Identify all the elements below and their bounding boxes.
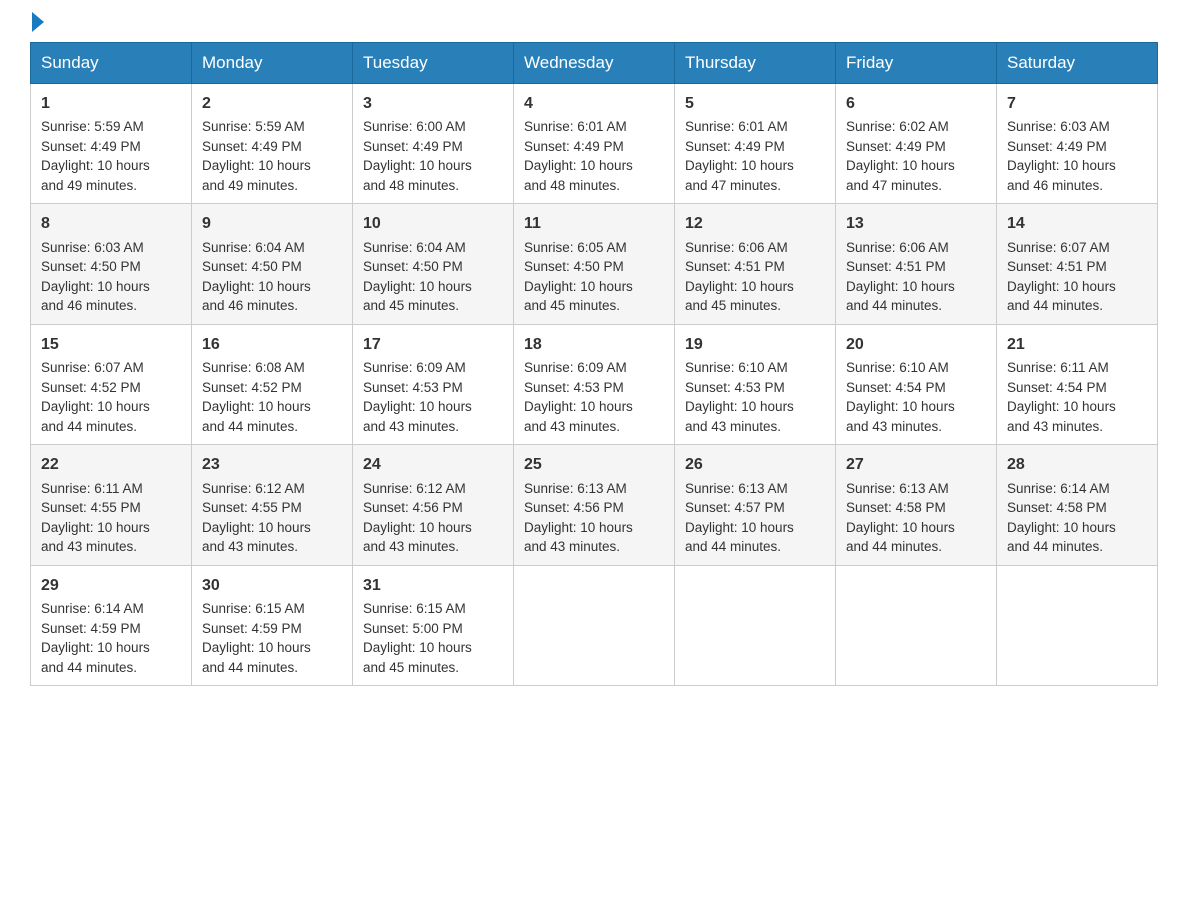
day-number: 23	[202, 453, 342, 476]
header-saturday: Saturday	[997, 43, 1158, 84]
week-row-1: 1Sunrise: 5:59 AMSunset: 4:49 PMDaylight…	[31, 84, 1158, 204]
header-tuesday: Tuesday	[353, 43, 514, 84]
calendar-cell: 3Sunrise: 6:00 AMSunset: 4:49 PMDaylight…	[353, 84, 514, 204]
day-number: 18	[524, 333, 664, 356]
header-sunday: Sunday	[31, 43, 192, 84]
calendar-cell	[514, 565, 675, 685]
calendar-cell	[997, 565, 1158, 685]
logo-triangle-icon	[32, 12, 44, 32]
calendar-cell: 15Sunrise: 6:07 AMSunset: 4:52 PMDayligh…	[31, 324, 192, 444]
header-friday: Friday	[836, 43, 997, 84]
day-number: 19	[685, 333, 825, 356]
calendar-cell: 30Sunrise: 6:15 AMSunset: 4:59 PMDayligh…	[192, 565, 353, 685]
calendar-cell: 18Sunrise: 6:09 AMSunset: 4:53 PMDayligh…	[514, 324, 675, 444]
calendar-table: SundayMondayTuesdayWednesdayThursdayFrid…	[30, 42, 1158, 686]
calendar-cell: 2Sunrise: 5:59 AMSunset: 4:49 PMDaylight…	[192, 84, 353, 204]
header-monday: Monday	[192, 43, 353, 84]
day-number: 21	[1007, 333, 1147, 356]
day-number: 2	[202, 92, 342, 115]
calendar-cell: 11Sunrise: 6:05 AMSunset: 4:50 PMDayligh…	[514, 204, 675, 324]
calendar-cell: 26Sunrise: 6:13 AMSunset: 4:57 PMDayligh…	[675, 445, 836, 565]
day-number: 14	[1007, 212, 1147, 235]
calendar-cell: 1Sunrise: 5:59 AMSunset: 4:49 PMDaylight…	[31, 84, 192, 204]
day-number: 29	[41, 574, 181, 597]
calendar-cell: 22Sunrise: 6:11 AMSunset: 4:55 PMDayligh…	[31, 445, 192, 565]
day-number: 9	[202, 212, 342, 235]
day-number: 22	[41, 453, 181, 476]
calendar-cell: 16Sunrise: 6:08 AMSunset: 4:52 PMDayligh…	[192, 324, 353, 444]
calendar-cell: 5Sunrise: 6:01 AMSunset: 4:49 PMDaylight…	[675, 84, 836, 204]
week-row-3: 15Sunrise: 6:07 AMSunset: 4:52 PMDayligh…	[31, 324, 1158, 444]
day-number: 31	[363, 574, 503, 597]
day-number: 7	[1007, 92, 1147, 115]
calendar-cell: 8Sunrise: 6:03 AMSunset: 4:50 PMDaylight…	[31, 204, 192, 324]
day-number: 16	[202, 333, 342, 356]
calendar-cell: 17Sunrise: 6:09 AMSunset: 4:53 PMDayligh…	[353, 324, 514, 444]
day-number: 3	[363, 92, 503, 115]
day-number: 13	[846, 212, 986, 235]
calendar-cell: 10Sunrise: 6:04 AMSunset: 4:50 PMDayligh…	[353, 204, 514, 324]
day-number: 10	[363, 212, 503, 235]
day-number: 25	[524, 453, 664, 476]
day-number: 11	[524, 212, 664, 235]
calendar-cell: 24Sunrise: 6:12 AMSunset: 4:56 PMDayligh…	[353, 445, 514, 565]
week-row-4: 22Sunrise: 6:11 AMSunset: 4:55 PMDayligh…	[31, 445, 1158, 565]
day-number: 6	[846, 92, 986, 115]
day-number: 5	[685, 92, 825, 115]
day-number: 27	[846, 453, 986, 476]
day-number: 4	[524, 92, 664, 115]
day-number: 17	[363, 333, 503, 356]
day-number: 26	[685, 453, 825, 476]
calendar-cell: 23Sunrise: 6:12 AMSunset: 4:55 PMDayligh…	[192, 445, 353, 565]
calendar-cell: 28Sunrise: 6:14 AMSunset: 4:58 PMDayligh…	[997, 445, 1158, 565]
calendar-cell: 12Sunrise: 6:06 AMSunset: 4:51 PMDayligh…	[675, 204, 836, 324]
header-thursday: Thursday	[675, 43, 836, 84]
calendar-cell: 27Sunrise: 6:13 AMSunset: 4:58 PMDayligh…	[836, 445, 997, 565]
day-number: 12	[685, 212, 825, 235]
calendar-cell: 9Sunrise: 6:04 AMSunset: 4:50 PMDaylight…	[192, 204, 353, 324]
week-row-5: 29Sunrise: 6:14 AMSunset: 4:59 PMDayligh…	[31, 565, 1158, 685]
day-number: 20	[846, 333, 986, 356]
calendar-cell	[836, 565, 997, 685]
day-number: 15	[41, 333, 181, 356]
calendar-cell: 29Sunrise: 6:14 AMSunset: 4:59 PMDayligh…	[31, 565, 192, 685]
calendar-cell: 21Sunrise: 6:11 AMSunset: 4:54 PMDayligh…	[997, 324, 1158, 444]
week-row-2: 8Sunrise: 6:03 AMSunset: 4:50 PMDaylight…	[31, 204, 1158, 324]
day-number: 1	[41, 92, 181, 115]
calendar-cell	[675, 565, 836, 685]
day-number: 8	[41, 212, 181, 235]
calendar-cell: 25Sunrise: 6:13 AMSunset: 4:56 PMDayligh…	[514, 445, 675, 565]
calendar-cell: 19Sunrise: 6:10 AMSunset: 4:53 PMDayligh…	[675, 324, 836, 444]
calendar-cell: 14Sunrise: 6:07 AMSunset: 4:51 PMDayligh…	[997, 204, 1158, 324]
calendar-header-row: SundayMondayTuesdayWednesdayThursdayFrid…	[31, 43, 1158, 84]
day-number: 24	[363, 453, 503, 476]
header	[30, 20, 1158, 32]
calendar-cell: 31Sunrise: 6:15 AMSunset: 5:00 PMDayligh…	[353, 565, 514, 685]
calendar-cell: 7Sunrise: 6:03 AMSunset: 4:49 PMDaylight…	[997, 84, 1158, 204]
calendar-cell: 20Sunrise: 6:10 AMSunset: 4:54 PMDayligh…	[836, 324, 997, 444]
calendar-cell: 13Sunrise: 6:06 AMSunset: 4:51 PMDayligh…	[836, 204, 997, 324]
calendar-cell: 6Sunrise: 6:02 AMSunset: 4:49 PMDaylight…	[836, 84, 997, 204]
calendar-cell: 4Sunrise: 6:01 AMSunset: 4:49 PMDaylight…	[514, 84, 675, 204]
header-wednesday: Wednesday	[514, 43, 675, 84]
day-number: 30	[202, 574, 342, 597]
day-number: 28	[1007, 453, 1147, 476]
logo	[30, 20, 44, 32]
